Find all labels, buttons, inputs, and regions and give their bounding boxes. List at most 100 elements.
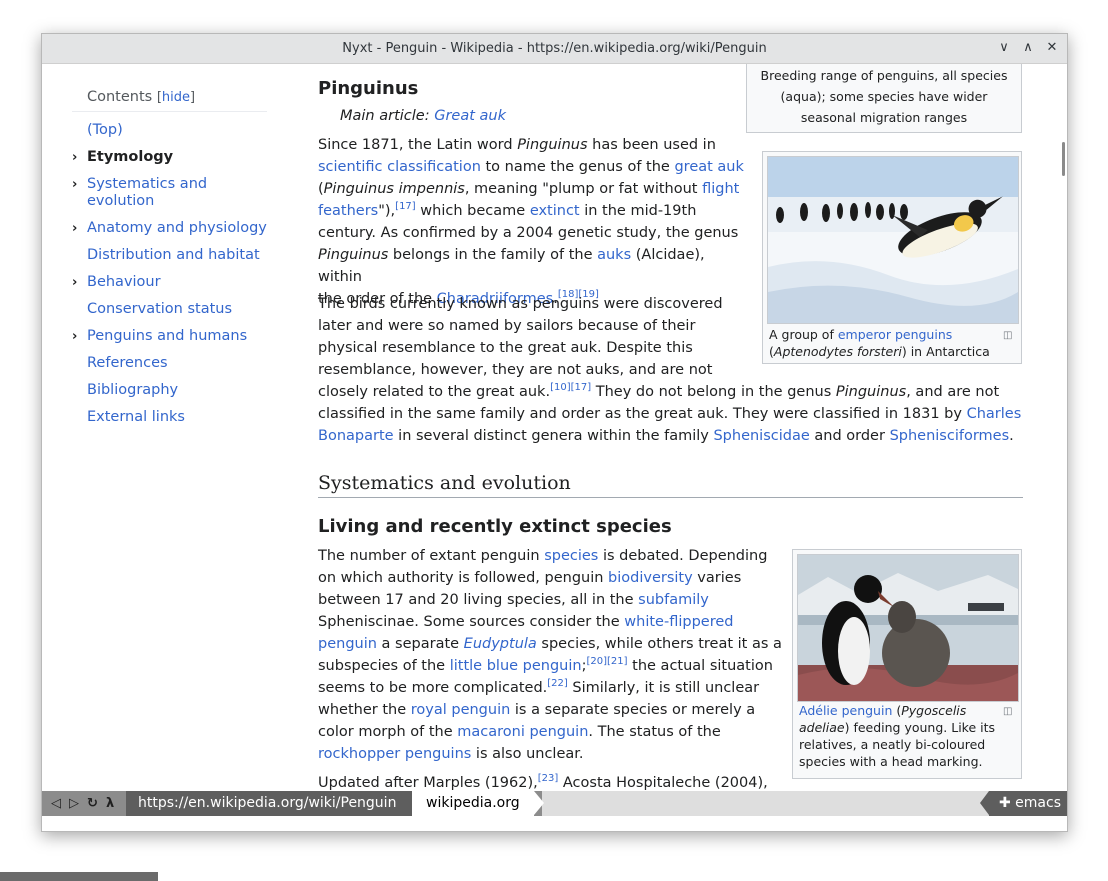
paragraph-living-species: The number of extant penguin species is … <box>318 545 788 765</box>
toc-item-distribution[interactable]: Distribution and habitat <box>72 247 272 264</box>
text: A group of <box>769 327 838 342</box>
text: seems to be more complicated. <box>318 680 548 696</box>
adelie-penguin-link[interactable]: Adélie penguin <box>799 703 892 718</box>
url-display[interactable]: https://en.wikipedia.org/wiki/Penguin <box>126 791 424 816</box>
biodiversity-link[interactable]: biodiversity <box>608 570 693 586</box>
back-icon[interactable]: ◁ <box>51 791 61 816</box>
citation-link[interactable]: [10][17] <box>550 382 591 393</box>
toc-item-systematics[interactable]: › Systematics and evolution <box>72 176 272 210</box>
emperor-penguins-link[interactable]: emperor penguins <box>838 327 952 342</box>
great-auk-inline-link[interactable]: great auk <box>674 159 743 175</box>
toc-item-penguins-humans[interactable]: › Penguins and humans <box>72 328 272 345</box>
chevron-right-icon[interactable]: › <box>72 149 82 166</box>
text: , meaning "plump or fat without <box>464 181 703 197</box>
toc-item-label[interactable]: Anatomy and physiology <box>87 220 267 236</box>
lambda-icon[interactable]: λ <box>106 791 114 816</box>
range-map-caption: Breeding range of penguins, all species … <box>760 68 1008 125</box>
text: Similarly, it is still unclear <box>567 680 760 696</box>
paragraph-updated-after: Updated after Marples (1962),[23] Acosta… <box>318 772 788 791</box>
forward-icon[interactable]: ▷ <box>69 791 79 816</box>
sphenisciformes-link[interactable]: Sphenisciformes <box>890 428 1010 444</box>
citation-link[interactable]: [22] <box>547 678 568 689</box>
section-heading-pinguinus: Pinguinus <box>318 78 419 99</box>
auks-link[interactable]: auks <box>597 247 631 263</box>
text: . The status of the <box>588 724 721 740</box>
magnify-icon[interactable]: ◫ <box>1003 327 1012 344</box>
spheniscidae-link[interactable]: Spheniscidae <box>713 428 809 444</box>
text: to name the genus of the <box>480 159 675 175</box>
white-flippered-penguin-link[interactable]: penguin <box>318 636 377 652</box>
chevron-right-icon[interactable]: › <box>72 220 82 237</box>
toc-item-label[interactable]: Etymology <box>87 149 173 165</box>
text: , and are not <box>906 384 1000 400</box>
little-blue-penguin-link[interactable]: little blue penguin <box>450 658 582 674</box>
text-italic: adeliae <box>799 720 845 735</box>
text: which became <box>415 203 530 219</box>
text-italic: Pygoscelis <box>901 703 967 718</box>
flight-feathers-link[interactable]: flight <box>702 181 739 197</box>
eudyptula-link[interactable]: Eudyptula <box>464 636 537 652</box>
adelie-penguin-thumbnail: Adélie penguin (Pygoscelis adeliae) feed… <box>792 549 1022 779</box>
toc-item-conservation[interactable]: Conservation status <box>72 301 272 318</box>
toc-item-label[interactable]: Penguins and humans <box>87 328 247 344</box>
royal-penguin-link[interactable]: royal penguin <box>411 702 511 718</box>
toc-item-anatomy[interactable]: › Anatomy and physiology <box>72 220 272 237</box>
text: belongs in the family of the <box>388 247 598 263</box>
flight-feathers-link[interactable]: feathers <box>318 203 378 219</box>
toc-item-external-links[interactable]: External links <box>72 409 272 426</box>
toc-item-bibliography[interactable]: Bibliography <box>72 382 272 399</box>
white-flippered-penguin-link[interactable]: white-flippered <box>624 614 733 630</box>
great-auk-link[interactable]: Great auk <box>434 108 506 124</box>
desktop-taskbar-fragment <box>0 872 158 881</box>
text: is debated. Depending <box>598 548 768 564</box>
toc-item-label[interactable]: Systematics and evolution <box>87 176 207 209</box>
text: ) feeding young. Like its <box>844 720 996 735</box>
extinct-link[interactable]: extinct <box>530 203 580 219</box>
subfamily-link[interactable]: subfamily <box>638 592 709 608</box>
toc-item-etymology[interactable]: › Etymology <box>72 149 272 166</box>
section-heading-systematics: Systematics and evolution <box>318 472 1023 498</box>
text: in the mid-19th <box>579 203 697 219</box>
close-button[interactable]: ✕ <box>1043 39 1061 57</box>
text: a separate <box>376 636 464 652</box>
charles-bonaparte-link[interactable]: Charles <box>967 406 1022 422</box>
text: closely related to the great auk. <box>318 384 551 400</box>
domain-display[interactable]: wikipedia.org <box>412 791 544 816</box>
emperor-penguins-caption: A group of emperor penguins (Aptenodytes… <box>769 326 995 360</box>
text-italic: Pinguinus impennis <box>323 181 465 197</box>
chevron-right-icon[interactable]: › <box>72 274 82 291</box>
rockhopper-penguins-link[interactable]: rockhopper penguins <box>318 746 471 762</box>
emperor-penguins-image[interactable] <box>767 156 1019 324</box>
species-link[interactable]: species <box>544 548 598 564</box>
toc-item-behaviour[interactable]: › Behaviour <box>72 274 272 291</box>
text: is also unclear. <box>471 746 584 762</box>
toc-item-references[interactable]: References <box>72 355 272 372</box>
toc-item-top[interactable]: (Top) <box>72 122 272 139</box>
minimize-button[interactable]: ∨ <box>995 39 1013 57</box>
chevron-right-icon[interactable]: › <box>72 328 82 345</box>
mode-indicator[interactable]: ✚ emacs <box>979 791 1067 816</box>
citation-link[interactable]: [20][21] <box>586 656 627 667</box>
toc-item-label[interactable]: Behaviour <box>87 274 161 290</box>
charles-bonaparte-link[interactable]: Bonaparte <box>318 428 394 444</box>
text: color morph of the <box>318 724 458 740</box>
citation-link[interactable]: [23] <box>538 773 559 784</box>
title-bar: Nyxt - Penguin - Wikipedia - https://en.… <box>42 34 1067 64</box>
scientific-classification-link[interactable]: scientific classification <box>318 159 481 175</box>
reload-icon[interactable]: ↻ <box>87 791 98 816</box>
toc-hide-bracket-close: ] <box>190 90 196 105</box>
citation-link[interactable]: [17] <box>395 201 416 212</box>
magnify-icon[interactable]: ◫ <box>1003 703 1012 720</box>
macaroni-penguin-link[interactable]: macaroni penguin <box>457 724 588 740</box>
text: species with a head marking. <box>799 754 983 769</box>
adelie-penguin-image[interactable] <box>797 554 1019 702</box>
text: subspecies of the <box>318 658 450 674</box>
text: whether the <box>318 702 411 718</box>
toc-title: Contents <box>87 89 153 105</box>
scrollbar-thumb[interactable] <box>1062 142 1065 176</box>
toc-hide-link[interactable]: hide <box>162 90 190 105</box>
text: ) in Antarctica <box>901 344 990 359</box>
chevron-right-icon[interactable]: › <box>72 176 82 193</box>
range-map-thumbnail: Breeding range of penguins, all species … <box>746 64 1022 133</box>
maximize-button[interactable]: ∧ <box>1019 39 1037 57</box>
